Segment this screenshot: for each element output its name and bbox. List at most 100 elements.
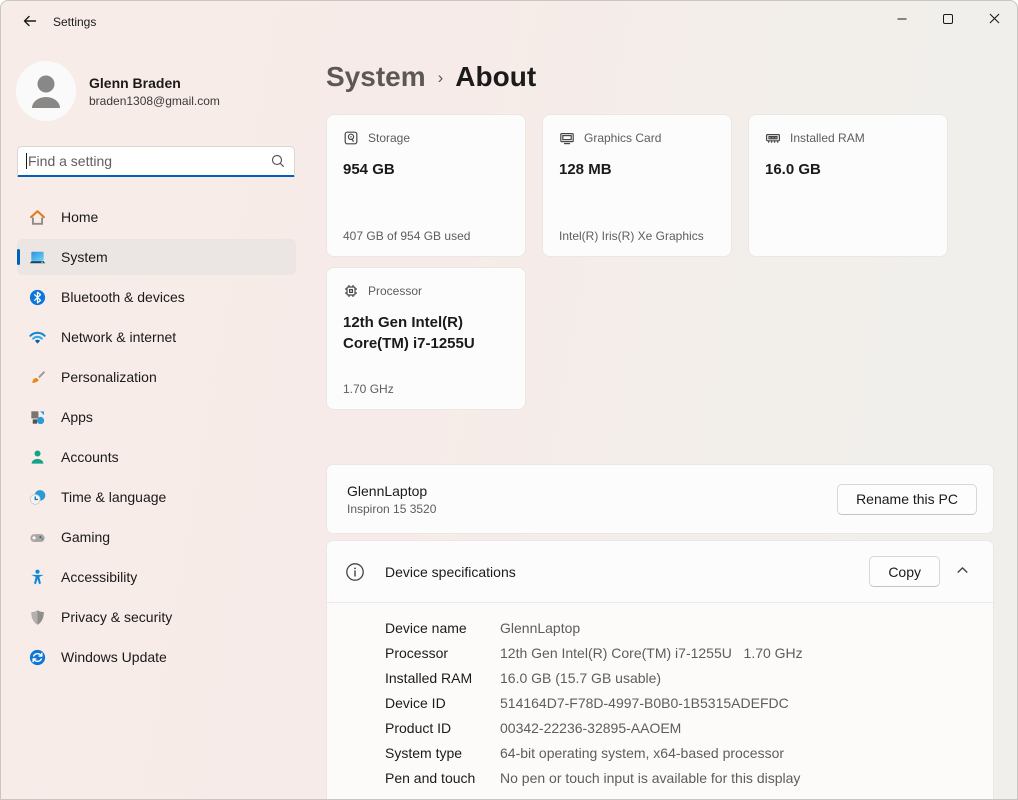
spec-value: GlennLaptop — [500, 620, 580, 636]
minimize-button[interactable] — [879, 1, 925, 39]
card-title: Graphics Card — [584, 131, 661, 145]
sidebar-item-accounts[interactable]: Accounts — [17, 439, 296, 475]
sidebar-item-system[interactable]: System — [17, 239, 296, 275]
sidebar-item-gaming[interactable]: Gaming — [17, 519, 296, 555]
card-value: 16.0 GB — [765, 159, 931, 180]
spec-label: Pen and touch — [385, 770, 500, 786]
maximize-button[interactable] — [925, 1, 971, 39]
spec-row: Pen and touch No pen or touch input is a… — [385, 765, 977, 790]
profile[interactable]: Glenn Braden braden1308@gmail.com — [16, 61, 220, 121]
spec-value: No pen or touch input is available for t… — [500, 770, 800, 786]
device-name-panel: GlennLaptop Inspiron 15 3520 Rename this… — [326, 464, 994, 534]
spec-value: 16.0 GB (15.7 GB usable) — [500, 670, 661, 686]
spec-label: System type — [385, 745, 500, 761]
avatar — [16, 61, 76, 121]
section-title: Device specifications — [385, 564, 869, 580]
device-model: Inspiron 15 3520 — [347, 502, 837, 516]
card-subtitle: Intel(R) Iris(R) Xe Graphics — [559, 229, 704, 243]
app-title: Settings — [53, 15, 96, 29]
spec-label: Processor — [385, 645, 500, 661]
titlebar: Settings — [1, 1, 1017, 45]
profile-name: Glenn Braden — [89, 75, 220, 91]
processor-card: Processor 12th Gen Intel(R) Core(TM) i7-… — [326, 267, 526, 410]
spec-row: Product ID 00342-22236-32895-AAOEM — [385, 715, 977, 740]
graphics-card-icon — [559, 130, 575, 146]
sidebar: Glenn Braden braden1308@gmail.com Home — [1, 45, 311, 799]
search-input[interactable] — [28, 153, 270, 169]
sidebar-item-personalization[interactable]: Personalization — [17, 359, 296, 395]
text-caret — [26, 153, 27, 169]
sidebar-item-label: Bluetooth & devices — [61, 289, 185, 305]
sidebar-item-accessibility[interactable]: Accessibility — [17, 559, 296, 595]
sidebar-item-apps[interactable]: Apps — [17, 399, 296, 435]
sidebar-item-home[interactable]: Home — [17, 199, 296, 235]
device-specifications-expander: Device specifications Copy Device name G… — [326, 540, 994, 800]
spec-label: Installed RAM — [385, 670, 500, 686]
sidebar-item-label: Personalization — [61, 369, 157, 385]
card-value: 12th Gen Intel(R) Core(TM) i7-1255U — [343, 312, 509, 354]
profile-email: braden1308@gmail.com — [89, 94, 220, 108]
spec-row: Installed RAM 16.0 GB (15.7 GB usable) — [385, 665, 977, 690]
spec-value: 00342-22236-32895-AAOEM — [500, 720, 681, 736]
rename-pc-button[interactable]: Rename this PC — [837, 484, 977, 515]
card-title: Storage — [368, 131, 410, 145]
spec-value: 64-bit operating system, x64-based proce… — [500, 745, 784, 761]
storage-card: Storage 954 GB 407 GB of 954 GB used — [326, 114, 526, 257]
breadcrumb: System › About — [326, 61, 536, 93]
home-icon — [28, 208, 47, 227]
device-names: GlennLaptop Inspiron 15 3520 — [347, 483, 837, 516]
breadcrumb-separator-icon: › — [438, 68, 444, 88]
close-icon — [988, 12, 1001, 28]
back-arrow-icon — [22, 13, 38, 32]
system-icon — [28, 248, 47, 267]
processor-icon — [343, 283, 359, 299]
sidebar-item-label: Gaming — [61, 529, 110, 545]
card-subtitle: 407 GB of 954 GB used — [343, 229, 470, 243]
copy-button[interactable]: Copy — [869, 556, 940, 587]
personalization-icon — [28, 368, 47, 387]
spec-value: 12th Gen Intel(R) Core(TM) i7-1255U 1.70… — [500, 645, 803, 661]
sidebar-item-privacy-security[interactable]: Privacy & security — [17, 599, 296, 635]
sidebar-item-label: System — [61, 249, 108, 265]
settings-window: Settings Glenn Braden braden1308@gmail.c… — [0, 0, 1018, 800]
search-icon[interactable] — [270, 153, 286, 169]
sidebar-item-label: Time & language — [61, 489, 166, 505]
sidebar-item-time-language[interactable]: Time & language — [17, 479, 296, 515]
page-title: About — [455, 61, 536, 93]
sidebar-item-windows-update[interactable]: Windows Update — [17, 639, 296, 675]
spec-value: 514164D7-F78D-4997-B0B0-1B5315ADEFDC — [500, 695, 789, 711]
windows-update-icon — [28, 648, 47, 667]
sidebar-item-label: Accessibility — [61, 569, 137, 585]
sidebar-item-label: Windows Update — [61, 649, 167, 665]
spec-row: System type 64-bit operating system, x64… — [385, 740, 977, 765]
processor-card-row: Processor 12th Gen Intel(R) Core(TM) i7-… — [326, 267, 526, 410]
main-content: System › About Storage 954 GB 407 GB of … — [326, 45, 994, 800]
info-icon — [345, 562, 365, 582]
minimize-icon — [896, 13, 908, 28]
chevron-up-icon — [956, 564, 969, 580]
sidebar-item-bluetooth-devices[interactable]: Bluetooth & devices — [17, 279, 296, 315]
profile-text: Glenn Braden braden1308@gmail.com — [89, 75, 220, 108]
privacy-icon — [28, 608, 47, 627]
close-button[interactable] — [971, 1, 1017, 39]
breadcrumb-system[interactable]: System — [326, 61, 426, 93]
gaming-icon — [28, 528, 47, 547]
sidebar-item-label: Accounts — [61, 449, 119, 465]
sidebar-item-network-internet[interactable]: Network & internet — [17, 319, 296, 355]
storage-icon — [343, 130, 359, 146]
card-title: Processor — [368, 284, 422, 298]
sidebar-item-label: Home — [61, 209, 98, 225]
device-name: GlennLaptop — [347, 483, 837, 499]
device-specifications-header[interactable]: Device specifications Copy — [327, 541, 993, 602]
card-value: 128 MB — [559, 159, 715, 180]
installed-ram-card: Installed RAM 16.0 GB — [748, 114, 948, 257]
back-button[interactable] — [13, 7, 47, 37]
collapse-toggle[interactable] — [947, 557, 977, 587]
spec-label: Device name — [385, 620, 500, 636]
device-specifications-table: Device name GlennLaptop Processor 12th G… — [327, 602, 993, 800]
sidebar-item-label: Network & internet — [61, 329, 176, 345]
sidebar-item-label: Apps — [61, 409, 93, 425]
spec-row: Device ID 514164D7-F78D-4997-B0B0-1B5315… — [385, 690, 977, 715]
sidebar-nav: Home System Bluetooth & devices Network … — [17, 199, 296, 679]
spec-row: Processor 12th Gen Intel(R) Core(TM) i7-… — [385, 640, 977, 665]
